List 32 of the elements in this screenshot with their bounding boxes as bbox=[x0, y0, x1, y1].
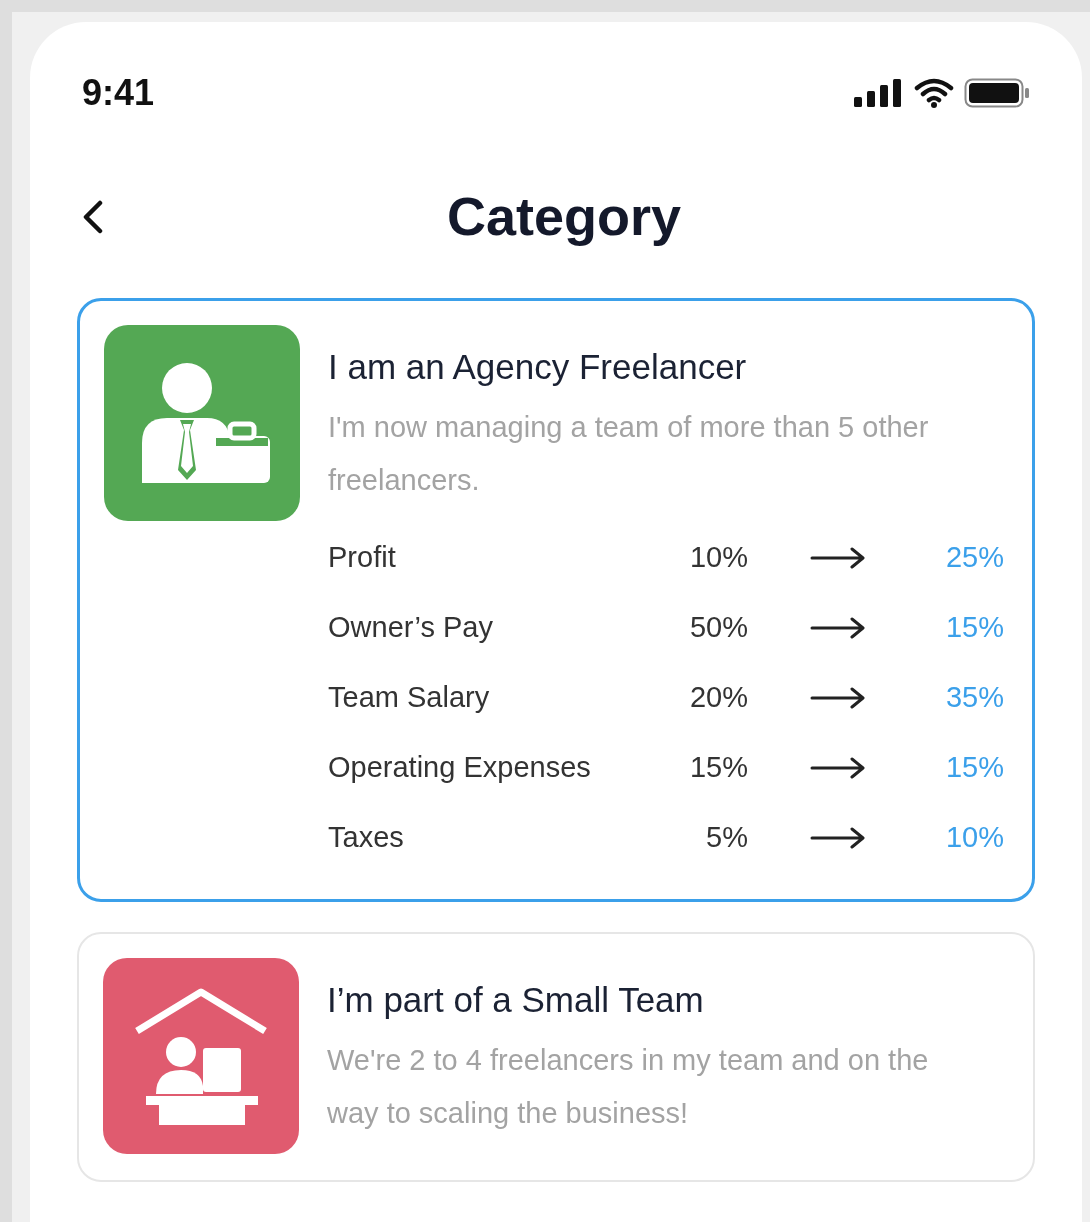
category-title: I am an Agency Freelancer bbox=[328, 346, 748, 388]
wifi-icon bbox=[914, 78, 954, 108]
split-label: Team Salary bbox=[328, 680, 491, 716]
arrow-right-icon bbox=[810, 617, 866, 639]
split-label: Taxes bbox=[328, 820, 405, 856]
split-label: Operating Expenses bbox=[328, 750, 592, 786]
current-percentage: 20% bbox=[688, 680, 748, 716]
split-label: Owner’s Pay bbox=[328, 610, 494, 646]
arrow-right-icon bbox=[810, 757, 866, 779]
battery-icon bbox=[964, 78, 1030, 108]
status-time: 9:41 bbox=[82, 71, 155, 115]
target-percentage: 10% bbox=[944, 820, 1004, 856]
arrow-right-icon bbox=[810, 547, 866, 569]
category-description: We're 2 to 4 freelancers in my team and on the way to scaling the business! bbox=[327, 1043, 930, 1131]
current-percentage: 10% bbox=[688, 540, 748, 576]
target-percentage: 35% bbox=[944, 680, 1004, 716]
current-percentage: 5% bbox=[705, 820, 748, 856]
category-description: I'm now managing a team of more than 5 other freelancers. bbox=[328, 410, 930, 498]
target-percentage: 25% bbox=[944, 540, 1004, 576]
category-title: I’m part of a Small Team bbox=[327, 979, 705, 1021]
arrow-right-icon bbox=[810, 827, 866, 849]
target-percentage: 15% bbox=[944, 610, 1004, 646]
back-icon[interactable] bbox=[82, 200, 104, 234]
category-card[interactable]: I’m part of a Small Team We're 2 to 4 freelancers in my team and on the way to scaling the business! bbox=[77, 932, 1035, 1182]
split-label: Profit bbox=[328, 540, 397, 576]
page-title: Category bbox=[446, 184, 682, 248]
current-percentage: 15% bbox=[688, 750, 748, 786]
target-percentage: 15% bbox=[944, 750, 1004, 786]
category-card[interactable]: I am an Agency Freelancer I'm now managing a team of more than 5 other freelancers. Profit 10% 25% Owner’s Pay 50% 15% Team Salary 20% 35% Operating Expenses 15% 15% Taxes 5% 10% bbox=[77, 298, 1035, 902]
current-percentage: 50% bbox=[688, 610, 748, 646]
arrow-right-icon bbox=[810, 687, 866, 709]
signal-icon bbox=[854, 79, 904, 107]
